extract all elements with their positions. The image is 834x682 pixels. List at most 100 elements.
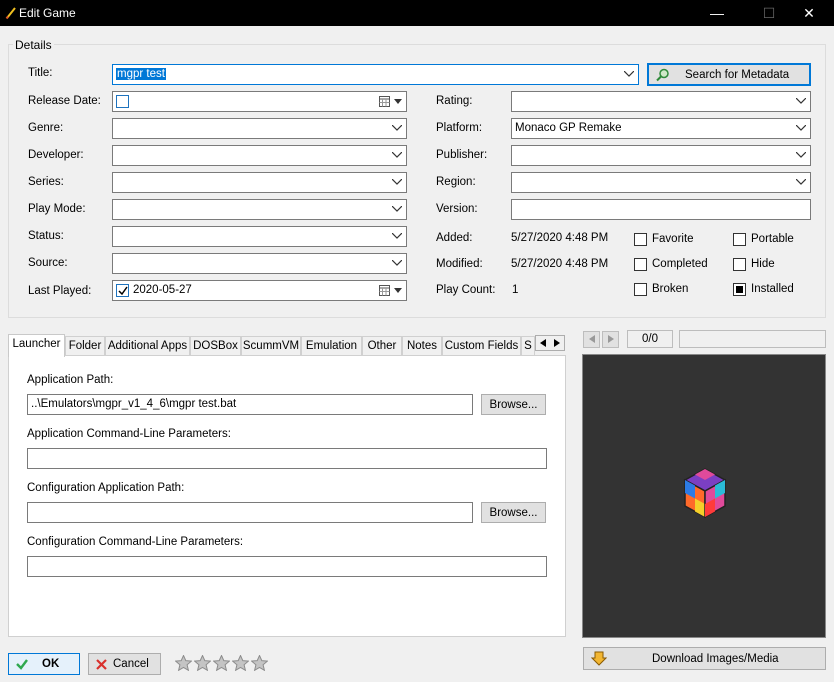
next-image-button[interactable] xyxy=(602,331,619,348)
developer-label: Developer: xyxy=(28,149,84,161)
last-played-picker[interactable]: 2020-05-27 xyxy=(112,280,407,301)
genre-combo[interactable] xyxy=(112,118,407,139)
chevron-down-icon[interactable] xyxy=(795,146,807,165)
chevron-down-icon[interactable] xyxy=(623,65,635,84)
hide-label[interactable]: Hide xyxy=(751,258,775,270)
cancel-label: Cancel xyxy=(113,658,149,670)
platform-label: Platform: xyxy=(436,122,483,134)
favorite-checkbox[interactable] xyxy=(634,233,647,246)
chevron-down-icon[interactable] xyxy=(391,173,403,192)
calendar-icon[interactable] xyxy=(379,96,390,107)
browse-app-path-button[interactable]: Browse... xyxy=(481,394,546,415)
release-date-label: Release Date: xyxy=(28,95,101,107)
installed-checkbox[interactable] xyxy=(733,283,746,296)
tab-strip: Launcher Folder Additional Apps DOSBox S… xyxy=(8,334,566,357)
tab-notes[interactable]: Notes xyxy=(402,336,442,356)
chevron-down-icon[interactable] xyxy=(391,119,403,138)
play-mode-label: Play Mode: xyxy=(28,203,86,215)
star-icon[interactable] xyxy=(232,655,249,671)
star-icon[interactable] xyxy=(194,655,211,671)
config-cmd-label: Configuration Command-Line Parameters: xyxy=(27,536,244,548)
title-combo[interactable]: mgpr test xyxy=(112,64,639,85)
browse-config-path-button[interactable]: Browse... xyxy=(481,502,546,523)
tab-emulation[interactable]: Emulation xyxy=(301,336,362,356)
arrow-left-icon xyxy=(589,335,595,343)
modified-value: 5/27/2020 4:48 PM xyxy=(511,258,609,270)
status-label: Status: xyxy=(28,230,64,242)
app-pencil-icon xyxy=(5,7,16,20)
added-label: Added: xyxy=(436,232,473,244)
download-arrow-icon xyxy=(591,651,607,666)
cancel-button[interactable]: Cancel xyxy=(88,653,161,675)
x-mark-icon xyxy=(96,659,107,670)
star-icon[interactable] xyxy=(175,655,192,671)
chevron-down-icon[interactable] xyxy=(391,227,403,246)
scroll-right-icon[interactable] xyxy=(553,339,561,348)
chevron-down-icon[interactable] xyxy=(391,146,403,165)
play-count-value: 1 xyxy=(512,284,519,296)
play-mode-combo[interactable] xyxy=(112,199,407,220)
dropdown-arrow-icon[interactable] xyxy=(394,99,402,104)
release-date-checkbox[interactable] xyxy=(116,95,129,108)
ok-button[interactable]: OK xyxy=(8,653,80,675)
portable-label[interactable]: Portable xyxy=(751,233,794,245)
dropdown-arrow-icon[interactable] xyxy=(394,288,402,293)
tab-other[interactable]: Other xyxy=(362,336,402,356)
cmd-params-input[interactable] xyxy=(27,448,547,469)
region-label: Region: xyxy=(436,176,476,188)
installed-label[interactable]: Installed xyxy=(751,283,794,295)
status-combo[interactable] xyxy=(112,226,407,247)
tab-scummvm[interactable]: ScummVM xyxy=(241,336,301,356)
tab-custom-fields[interactable]: Custom Fields xyxy=(442,336,521,356)
publisher-label: Publisher: xyxy=(436,149,488,161)
calendar-icon[interactable] xyxy=(379,285,390,296)
source-combo[interactable] xyxy=(112,253,407,274)
search-metadata-button[interactable]: Search for Metadata xyxy=(647,63,811,86)
favorite-label[interactable]: Favorite xyxy=(652,233,694,245)
broken-checkbox[interactable] xyxy=(634,283,647,296)
publisher-combo[interactable] xyxy=(511,145,811,166)
hide-checkbox[interactable] xyxy=(733,258,746,271)
platform-combo[interactable]: Monaco GP Remake xyxy=(511,118,811,139)
chevron-down-icon[interactable] xyxy=(391,254,403,273)
developer-combo[interactable] xyxy=(112,145,407,166)
completed-checkbox[interactable] xyxy=(634,258,647,271)
region-combo[interactable] xyxy=(511,172,811,193)
config-cmd-input[interactable] xyxy=(27,556,547,577)
version-label: Version: xyxy=(436,203,478,215)
tab-folder[interactable]: Folder xyxy=(65,336,105,356)
chevron-down-icon[interactable] xyxy=(795,92,807,111)
completed-label[interactable]: Completed xyxy=(652,258,708,270)
checkmark-icon xyxy=(16,659,28,670)
tab-s[interactable]: S xyxy=(521,336,535,356)
title-value: mgpr test xyxy=(116,68,166,80)
series-combo[interactable] xyxy=(112,172,407,193)
portable-checkbox[interactable] xyxy=(733,233,746,246)
star-icon[interactable] xyxy=(213,655,230,671)
version-input[interactable] xyxy=(511,199,811,220)
broken-label[interactable]: Broken xyxy=(652,283,688,295)
chevron-down-icon[interactable] xyxy=(391,200,403,219)
rating-combo[interactable] xyxy=(511,91,811,112)
chevron-down-icon[interactable] xyxy=(795,119,807,138)
tab-dosbox[interactable]: DOSBox xyxy=(190,336,241,356)
app-path-input[interactable]: ..\Emulators\mgpr_v1_4_6\mgpr test.bat xyxy=(27,394,473,415)
minimize-button[interactable]: — xyxy=(694,0,740,26)
tab-additional-apps[interactable]: Additional Apps xyxy=(105,336,190,356)
prev-image-button[interactable] xyxy=(583,331,600,348)
scroll-left-icon[interactable] xyxy=(539,339,547,348)
tab-launcher[interactable]: Launcher xyxy=(8,334,65,357)
star-icon[interactable] xyxy=(251,655,268,671)
config-path-input[interactable] xyxy=(27,502,473,523)
config-path-label: Configuration Application Path: xyxy=(27,482,185,494)
last-played-checkbox[interactable] xyxy=(116,284,129,297)
app-path-label: Application Path: xyxy=(27,374,114,386)
chevron-down-icon[interactable] xyxy=(795,173,807,192)
star-rating[interactable] xyxy=(175,655,270,672)
rating-label: Rating: xyxy=(436,95,473,107)
close-button[interactable]: ✕ xyxy=(786,0,832,26)
release-date-picker[interactable] xyxy=(112,91,407,112)
download-media-button[interactable]: Download Images/Media xyxy=(583,647,826,670)
title-label: Title: xyxy=(28,67,53,79)
cube-placeholder-icon xyxy=(683,468,727,519)
